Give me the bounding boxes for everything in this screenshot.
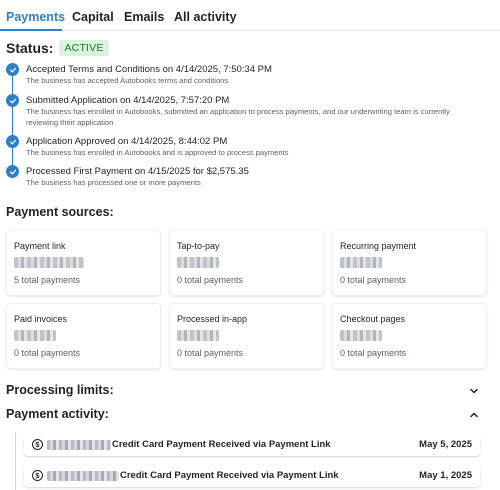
card-count: 0 total payments — [340, 275, 407, 285]
card-title: Checkout pages — [340, 314, 406, 324]
check-circle-icon — [6, 63, 19, 76]
activity-description: Credit Card Payment Received via Payment… — [120, 470, 339, 481]
card-count: 0 total payments — [14, 348, 81, 358]
timeline-step-description: The business has enrolled in Autobooks a… — [26, 148, 289, 157]
timeline-step-title: Processed First Payment on 4/15/2025 for… — [26, 166, 249, 177]
timeline-step-title: Submitted Application on 4/14/2025, 7:57… — [26, 95, 230, 106]
card-count: 0 total payments — [177, 275, 244, 285]
dollar-circle-icon: $ — [32, 470, 43, 481]
card-count: 0 total payments — [177, 348, 244, 358]
timeline-connector — [12, 72, 13, 172]
processing-limits-heading[interactable]: Processing limits: — [6, 383, 114, 397]
status-label: Status: — [6, 40, 54, 56]
timeline-step-description: The business has processed one or more p… — [26, 178, 201, 187]
activity-date: May 5, 2025 — [419, 439, 472, 450]
check-circle-icon — [6, 135, 19, 148]
activity-timeline-rail — [15, 432, 16, 490]
card-title: Recurring payment — [340, 241, 417, 251]
card-title: Processed in-app — [177, 314, 248, 324]
tab-emails[interactable]: Emails — [124, 10, 164, 24]
card-count: 5 total payments — [14, 275, 81, 285]
redacted-amount — [14, 330, 56, 341]
redacted-amount — [340, 257, 382, 268]
timeline-step-description: The business has enrolled in Autobooks, … — [26, 107, 450, 127]
redacted-amount — [340, 330, 382, 341]
payment-source-card-paid-invoices[interactable]: Paid invoices 0 total payments — [6, 303, 161, 369]
activity-description: Credit Card Payment Received via Payment… — [112, 439, 331, 450]
activity-date: May 1, 2025 — [419, 470, 472, 481]
active-tab-indicator — [0, 29, 62, 31]
redacted-amount — [177, 257, 219, 268]
card-count: 0 total payments — [340, 348, 407, 358]
timeline-step-title: Application Approved on 4/14/2025, 8:44:… — [26, 136, 228, 147]
tab-bar: Payments Capital Emails All activity — [0, 0, 500, 31]
tab-payments[interactable]: Payments — [6, 10, 65, 24]
payment-source-card-tap-to-pay[interactable]: Tap-to-pay 0 total payments — [169, 230, 324, 296]
tab-capital[interactable]: Capital — [72, 10, 114, 24]
redacted-amount — [47, 471, 119, 481]
timeline-step-title: Accepted Terms and Conditions on 4/14/20… — [26, 64, 272, 75]
check-circle-icon — [6, 165, 19, 178]
activity-item[interactable]: $ Credit Card Payment Received via Payme… — [24, 465, 480, 487]
payment-source-card-payment-link[interactable]: Payment link 5 total payments — [6, 230, 161, 296]
payment-source-card-processed-in-app[interactable]: Processed in-app 0 total payments — [169, 303, 324, 369]
payment-sources-heading: Payment sources: — [6, 205, 114, 219]
status-badge: ACTIVE — [59, 40, 109, 56]
redacted-amount — [47, 440, 111, 450]
card-title: Paid invoices — [14, 314, 68, 324]
check-circle-icon — [6, 94, 19, 107]
redacted-amount — [177, 330, 219, 341]
redacted-amount — [14, 257, 84, 268]
chevron-up-icon[interactable] — [468, 409, 480, 421]
dollar-circle-icon: $ — [32, 439, 43, 450]
chevron-down-icon[interactable] — [468, 385, 480, 397]
status-row: Status: ACTIVE — [6, 40, 109, 56]
card-title: Tap-to-pay — [177, 241, 220, 251]
payment-activity-heading[interactable]: Payment activity: — [6, 407, 109, 421]
timeline-step-description: The business has accepted Autobooks term… — [26, 76, 229, 85]
card-title: Payment link — [14, 241, 66, 251]
tab-all-activity[interactable]: All activity — [174, 10, 237, 24]
payment-source-card-recurring-payment[interactable]: Recurring payment 0 total payments — [332, 230, 487, 296]
activity-item[interactable]: $ Credit Card Payment Received via Payme… — [24, 434, 480, 456]
payment-source-card-checkout-pages[interactable]: Checkout pages 0 total payments — [332, 303, 487, 369]
